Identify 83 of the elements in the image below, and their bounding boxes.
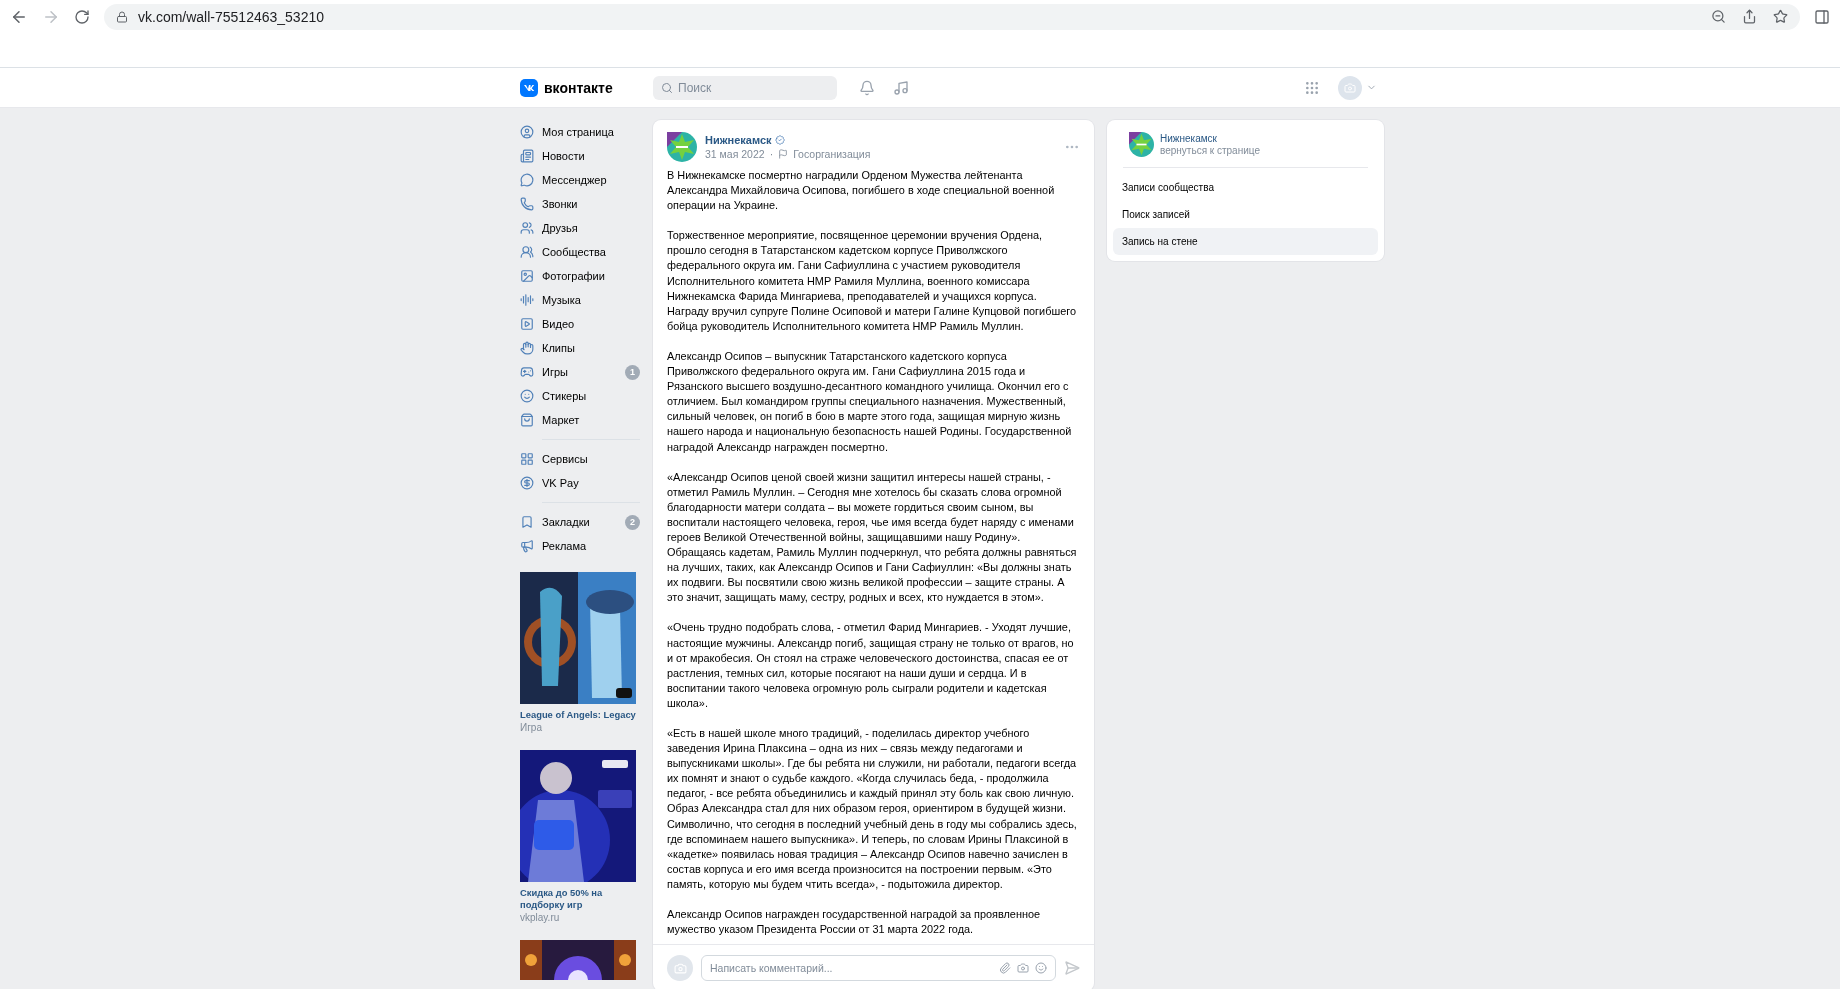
people-icon [520, 245, 534, 259]
sidebar-item[interactable]: Моя страница [520, 120, 640, 144]
sidebar-item[interactable]: Сообщества [520, 240, 640, 264]
post-category: Госорганизация [793, 148, 871, 160]
post-paragraph: «Александр Осипов ценой своей жизни защитил интересы нашей страны, - отметил Рамиль Муллин. – Сегодня мне хотелось бы сказать слова огромной благодарности матери солдата – вы можете гордиться своим сыном, вы воспитали настоящего человека, героя, чье имя всегда будет наряду с именами героев Великой Отечественной войны, защищавшими нашу Родину». Обращаясь кадетам, Рамиль Муллин подчеркнул, что ребята должны равняться на лучших, таких, как Александр Осипов и Гани Сафиуллин: «Вы должны знать их подвиги. Вы посвятили свою жизнь великой профессии – защите страны. А это значит, защищать маму, сестру, родных и всех, кто нуждается в этом». [667, 469, 1078, 606]
back-link[interactable]: вернуться к странице [1160, 144, 1260, 157]
bell-icon[interactable] [859, 79, 875, 96]
sound-wave-icon [520, 293, 534, 307]
sidebar-item[interactable]: Звонки [520, 192, 640, 216]
comment-field[interactable]: Написать комментарий... [701, 955, 1056, 981]
profile-avatar[interactable] [1338, 75, 1362, 100]
post-author[interactable]: Нижнекамск [705, 134, 772, 146]
panel-menu-item[interactable]: Записи сообщества [1113, 174, 1378, 201]
comment-input[interactable]: Написать комментарий... [710, 962, 993, 974]
grid-icon [520, 452, 534, 466]
friends-icon [520, 221, 534, 235]
post-paragraph: Александр Осипов награжден государственной наградой за проявленное мужество указом Президента России от 31 марта 2022 года. [667, 907, 1042, 938]
post-paragraph: «Очень трудно подобрать слова, - отметил Фарид Мингариев. - Уходят лучшие, настоящие мужчины. Александр погиб, защищая страну не только от врагов, но и от мракобесия. Он стоял на страже человеческого достоинства, спасая ее от растления, темных сил, которые посягают на наши души и сердца. И в воспитании такого человека огромную роль сыграли родители и кадетская школа». [667, 620, 1075, 711]
megaphone-icon [520, 539, 534, 553]
news-icon [520, 149, 534, 163]
lock-icon [116, 10, 128, 23]
share-icon[interactable] [1742, 9, 1757, 24]
ad-subtitle: vkplay.ru [520, 911, 561, 924]
sidebar-item[interactable]: Реклама [520, 534, 640, 558]
play-icon [520, 317, 534, 331]
bookmark-icon [520, 515, 534, 529]
flag-icon [778, 149, 789, 159]
music-icon[interactable] [893, 79, 909, 96]
logo-text[interactable]: вконтакте [544, 79, 613, 96]
reload-icon[interactable] [74, 8, 90, 25]
sidebar-item[interactable]: Закладки 2 [520, 510, 640, 534]
community-logo-icon [1129, 132, 1154, 157]
url-text: vk.com/wall-75512463_53210 [138, 8, 324, 25]
commenter-avatar [667, 955, 693, 981]
zoom-out-icon[interactable] [1711, 9, 1726, 24]
shopping-bag-icon [520, 413, 534, 427]
sidebar-item[interactable]: Клипы [520, 336, 640, 360]
smile-icon[interactable] [1035, 962, 1047, 974]
sidebar-item[interactable]: Фотографии [520, 264, 640, 288]
address-bar[interactable]: vk.com/wall-75512463_53210 [104, 3, 1800, 30]
sidebar-item[interactable]: Мессенджер [520, 168, 640, 192]
sidebar-item[interactable]: Стикеры [520, 384, 640, 408]
search-bar[interactable]: Поиск [653, 75, 837, 100]
post-date[interactable]: 31 мая 2022 [705, 148, 765, 160]
user-icon [520, 125, 534, 139]
attach-icon[interactable] [999, 962, 1011, 974]
count-badge: 2 [625, 514, 640, 530]
sidebar-item[interactable]: Музыка [520, 288, 640, 312]
post-paragraph: В Нижнекамске посмертно наградили Орденом Мужества лейтенанта Александра Михайловича Осипова, погибшего в ходе специальной военной операции на Украине. [667, 168, 1056, 214]
apps-grid-icon[interactable] [1304, 79, 1320, 96]
separator-dot: · [769, 148, 774, 160]
sidebar-item[interactable]: Сервисы [520, 447, 640, 471]
sidebar-item[interactable]: Друзья [520, 216, 640, 240]
count-badge: 1 [625, 364, 640, 380]
vk-logo-icon[interactable] [520, 78, 538, 97]
ad-title[interactable]: Скидка до 50% на подборку игр [520, 887, 640, 911]
ad-title[interactable]: League of Angels: Legacy [520, 709, 640, 721]
ad-subtitle: Игра [520, 721, 543, 734]
chat-icon [520, 173, 534, 187]
gamepad-icon [520, 365, 534, 379]
phone-icon [520, 197, 534, 211]
panel-menu-item[interactable]: Запись на стене [1113, 228, 1378, 255]
post-paragraph: Александр Осипов – выпускник Татарстанского кадетского корпуса Приволжского федерального округа им. Гани Сафиуллина 2015 года и Рязанского высшего воздушно-десантного командного училища. Окончил его с отличием. Был командиром группы специального назначения. Мужественный, сильный человек, он погиб в бою в марте этого года, защищая мирную жизнь нашего народа и национальную безопасность нашей Родины. Государственной наградой Александр награжден посмертно. [667, 348, 1073, 455]
smile-icon [520, 389, 534, 403]
bookmark-star-icon[interactable] [1773, 9, 1788, 24]
community-name[interactable]: Нижнекамск [1160, 132, 1260, 145]
search-icon [661, 81, 673, 94]
send-icon[interactable] [1064, 960, 1080, 976]
sidebar-item[interactable]: VK Pay [520, 471, 640, 495]
sidebar-item[interactable]: Видео [520, 312, 640, 336]
post-paragraph: «Есть в нашей школе много традиций, - поделилась директор учебного заведения Ирина Плаксина – одна из них – связь между педагогами и выпускниками школы». Где бы ребята ни служили, ни работали, педагоги всегда их помнят и знают о судьбе каждого. «Когда случилась беда, - продолжила педагог, - все ребята объединились и каждый принял эту боль как свою личную. Образ Александра стал для них образом героя, ориентиром в будущей жизни. Символично, что сегодня в последний учебный день в году мы собрались здесь, где вспоминаем нашего выпускника». И теперь, по словам Ирины Плаксиной в «кадетке» появилась новая традиция – Александр Осипов навечно зачислен в состав корпуса и его имя всегда произносится на построении первым. «Это память, которую мы будем чтить всегда», - подытожила директор. [667, 726, 1078, 892]
sidebar-item[interactable]: Маркет [520, 408, 640, 432]
community-logo-icon [667, 132, 697, 162]
coin-icon [520, 476, 534, 490]
sidebar-item[interactable]: Игры 1 [520, 360, 640, 384]
image-icon [520, 269, 534, 283]
camera-icon[interactable] [1017, 962, 1029, 974]
side-panel-icon[interactable] [1814, 8, 1830, 25]
panel-menu-item[interactable]: Поиск записей [1113, 201, 1378, 228]
hand-icon [520, 341, 534, 355]
post-paragraph: Торжественное мероприятие, посвященное церемонии вручения Ордена, прошло сегодня в Татарстанском кадетском корпусе Приволжского федерального округа им. Гани Сафиуллина с участием руководителя Исполнительного комитета НМР Рамиля Муллина, военного комиссара Нижнекамска Фарида Мингариева, преподавателей и учащихся корпуса. Награду вручил супруге Полине Осиповой и матери Галине Купцовой погибшего бойца руководитель Исполнительного комитета НМР Рамиль Муллин. [667, 228, 1077, 334]
sidebar-item[interactable]: Новости [520, 144, 640, 168]
search-input[interactable]: Поиск [678, 80, 828, 95]
